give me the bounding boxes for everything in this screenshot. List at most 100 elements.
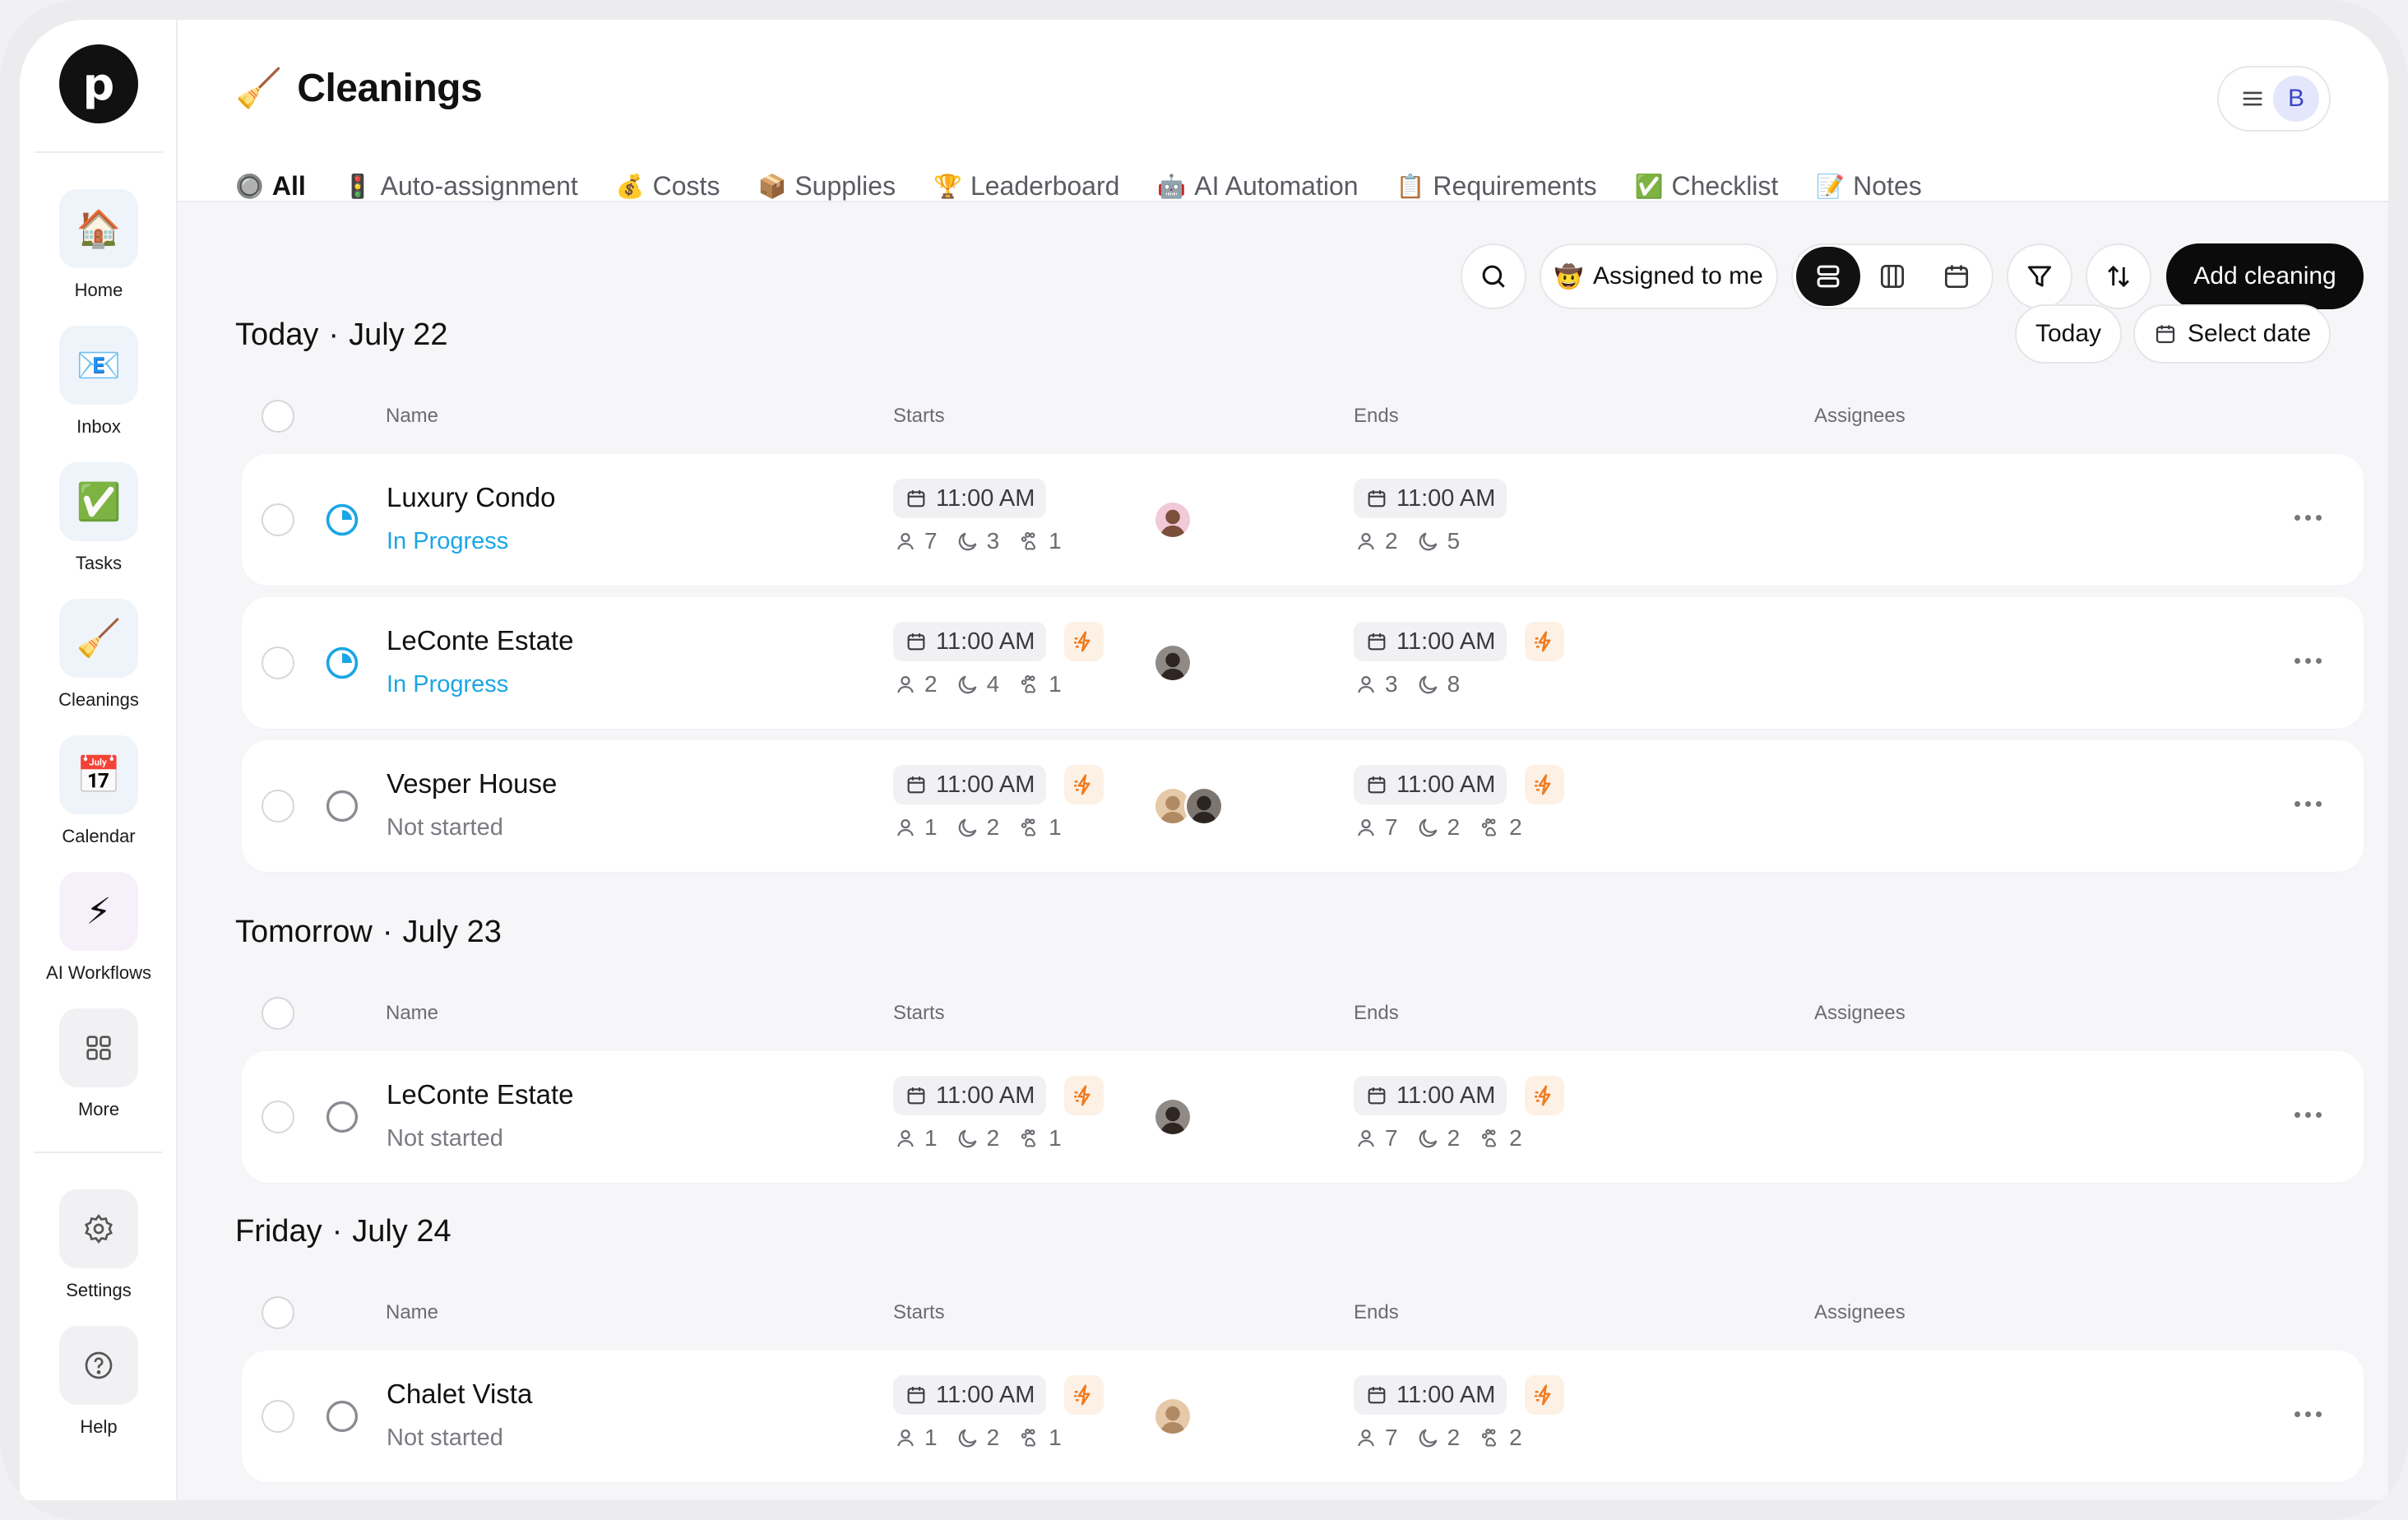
sidebar-item-home[interactable]: 🏠 Home xyxy=(20,189,178,301)
column-header-ends: Ends xyxy=(1354,1301,1399,1323)
property-name[interactable]: Vesper House xyxy=(387,768,557,799)
start-time-chip[interactable]: 11:00 AM xyxy=(893,1375,1047,1415)
more-options-icon[interactable] xyxy=(2290,648,2326,673)
sort-button[interactable] xyxy=(2086,243,2151,309)
nights-icon xyxy=(956,1425,980,1450)
search-button[interactable] xyxy=(1461,243,1526,309)
column-header-starts: Starts xyxy=(893,405,945,427)
cleaning-row[interactable]: Chalet Vista Not started 11:00 AM 1 2 1 11:00 … xyxy=(242,1351,2364,1482)
end-time-chip[interactable]: 11:00 AM xyxy=(1354,1375,1507,1415)
in-progress-icon xyxy=(324,645,360,681)
assigned-to-me-button[interactable]: 🤠 Assigned to me xyxy=(1540,243,1778,309)
start-time-chip[interactable]: 11:00 AM xyxy=(893,479,1047,518)
filter-button[interactable] xyxy=(2007,243,2072,309)
start-stats: 731 xyxy=(893,528,1062,554)
assignee-avatar[interactable] xyxy=(1153,500,1192,540)
date-group-heading: Tomorrow · July 23 xyxy=(235,915,502,949)
tab-notes[interactable]: 📝 Notes xyxy=(1816,168,1921,204)
end-time-chip[interactable]: 11:00 AM xyxy=(1354,1076,1507,1115)
sidebar-item-label: More xyxy=(77,1099,120,1119)
assignee-avatar[interactable] xyxy=(1184,786,1224,826)
sidebar-item-cleanings[interactable]: 🧹 Cleanings xyxy=(20,599,178,711)
broom-icon: 🧹 xyxy=(235,66,283,110)
stat: 2 xyxy=(893,671,938,697)
user-avatar[interactable]: B xyxy=(2273,76,2319,122)
more-options-icon[interactable] xyxy=(2290,1102,2326,1127)
cleaning-row[interactable]: Luxury Condo In Progress 11:00 AM 7 3 1 11:00 … xyxy=(242,454,2364,586)
main-area: 🧹 Cleanings B 🔘 All 🚦 Auto-assignment 💰 Cos… xyxy=(178,20,2388,1500)
add-cleaning-button[interactable]: Add cleaning xyxy=(2166,243,2364,309)
sidebar-item-settings[interactable]: Settings xyxy=(20,1189,178,1301)
assignee-avatar[interactable] xyxy=(1153,1397,1192,1436)
end-time-chip[interactable]: 11:00 AM xyxy=(1354,479,1507,518)
sidebar-item-help[interactable]: Help xyxy=(20,1326,178,1438)
tab-ai-automation[interactable]: 🤖 AI Automation xyxy=(1157,168,1358,204)
gear-icon xyxy=(59,1189,138,1268)
tab-auto-assignment[interactable]: 🚦 Auto-assignment xyxy=(344,168,578,204)
row-checkbox[interactable] xyxy=(262,1101,294,1133)
guests-icon xyxy=(1354,815,1378,840)
select-all-checkbox[interactable] xyxy=(262,400,294,433)
today-button[interactable]: Today xyxy=(2015,304,2122,364)
nights-icon xyxy=(956,815,980,840)
sidebar-item-label: Calendar xyxy=(62,826,136,846)
start-time-chip[interactable]: 11:00 AM xyxy=(893,765,1047,804)
property-name[interactable]: LeConte Estate xyxy=(387,1079,574,1110)
end-time-chip[interactable]: 11:00 AM xyxy=(1354,765,1507,804)
select-date-button[interactable]: Select date xyxy=(2133,304,2331,364)
row-checkbox[interactable] xyxy=(262,646,294,679)
start-stats: 121 xyxy=(893,1425,1062,1451)
cleaning-row[interactable]: LeConte Estate Not started 11:00 AM 1 2 1 11:0… xyxy=(242,1051,2364,1183)
sidebar-item-more[interactable]: More xyxy=(20,1008,178,1120)
tab-leaderboard[interactable]: 🏆 Leaderboard xyxy=(933,168,1119,204)
select-all-checkbox[interactable] xyxy=(262,997,294,1030)
cleaning-row[interactable]: Vesper House Not started 11:00 AM 1 2 1 11:00 … xyxy=(242,740,2364,872)
status-label: Not started xyxy=(387,814,503,841)
sidebar-item-ai-workflows[interactable]: ⚡ AI Workflows xyxy=(20,872,178,984)
tab-all[interactable]: 🔘 All xyxy=(235,168,306,219)
guests-icon xyxy=(1354,529,1378,554)
assignees xyxy=(1153,1097,1192,1137)
tab-supplies[interactable]: 📦 Supplies xyxy=(757,168,896,204)
assignee-avatar[interactable] xyxy=(1153,1097,1192,1137)
list-view-button[interactable] xyxy=(1796,247,1860,306)
nights-icon xyxy=(956,529,980,554)
sidebar-item-label: Inbox xyxy=(76,416,121,437)
more-options-icon[interactable] xyxy=(2290,791,2326,816)
user-menu[interactable]: B xyxy=(2217,66,2331,132)
stat: 1 xyxy=(893,1425,938,1451)
row-checkbox[interactable] xyxy=(262,790,294,823)
board-view-button[interactable] xyxy=(1860,247,1924,306)
row-checkbox[interactable] xyxy=(262,1400,294,1433)
tab-costs[interactable]: 💰 Costs xyxy=(616,168,720,204)
stat: 1 xyxy=(1017,671,1062,697)
more-options-icon[interactable] xyxy=(2290,1402,2326,1426)
property-name[interactable]: LeConte Estate xyxy=(387,625,574,656)
sidebar-item-calendar[interactable]: 📅 Calendar xyxy=(20,735,178,847)
property-name[interactable]: Chalet Vista xyxy=(387,1379,532,1410)
row-checkbox[interactable] xyxy=(262,503,294,536)
pets-icon xyxy=(1478,815,1503,840)
sidebar-item-inbox[interactable]: 📧 Inbox xyxy=(20,326,178,438)
column-header-ends: Ends xyxy=(1354,405,1399,427)
select-all-checkbox[interactable] xyxy=(262,1296,294,1329)
stat: 1 xyxy=(893,1125,938,1152)
sidebar-item-tasks[interactable]: ✅ Tasks xyxy=(20,462,178,574)
stat: 2 xyxy=(1478,1125,1522,1152)
end-stats: 722 xyxy=(1354,814,1522,841)
assignee-avatar[interactable] xyxy=(1153,643,1192,683)
hamburger-menu-icon[interactable] xyxy=(2239,85,2267,113)
more-options-icon[interactable] xyxy=(2290,505,2326,530)
start-time-chip[interactable]: 11:00 AM xyxy=(893,1076,1047,1115)
cleaning-row[interactable]: LeConte Estate In Progress 11:00 AM 2 4 1 11:0… xyxy=(242,597,2364,729)
start-time-chip[interactable]: 11:00 AM xyxy=(893,622,1047,661)
end-time-chip[interactable]: 11:00 AM xyxy=(1354,622,1507,661)
tab-requirements[interactable]: 📋 Requirements xyxy=(1396,168,1597,204)
app-logo[interactable]: p xyxy=(59,44,138,123)
column-header-name: Name xyxy=(386,1301,439,1323)
nights-icon xyxy=(1416,815,1441,840)
calendar-view-button[interactable] xyxy=(1924,247,1989,306)
property-name[interactable]: Luxury Condo xyxy=(387,482,555,513)
tab-checklist[interactable]: ✅ Checklist xyxy=(1635,168,1779,204)
search-icon xyxy=(1482,265,1505,288)
